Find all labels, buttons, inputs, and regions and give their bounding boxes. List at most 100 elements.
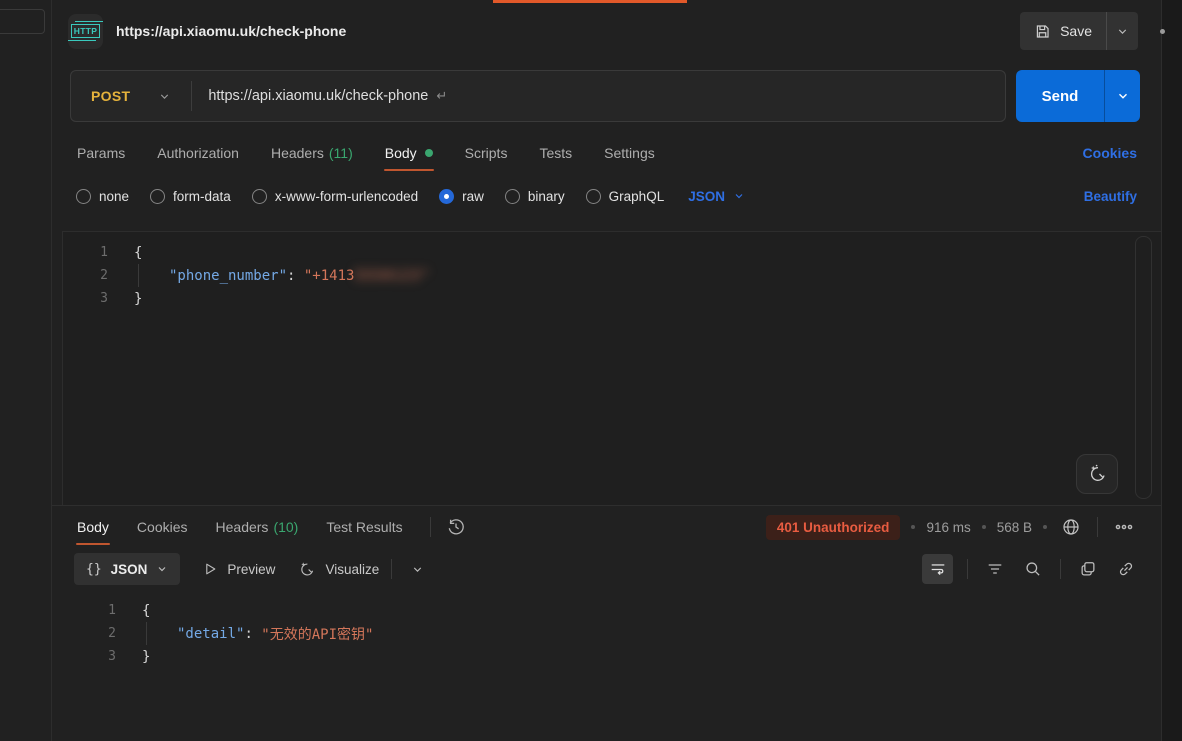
sidebar-collapsed-item[interactable]	[0, 9, 45, 34]
response-tabs: Body Cookies Headers(10) Test Results	[52, 506, 1161, 548]
tab-label: Params	[77, 145, 125, 161]
search-button[interactable]	[1020, 556, 1046, 582]
preview-button[interactable]: Preview	[202, 561, 275, 577]
tab-headers[interactable]: Headers (11)	[270, 135, 354, 171]
tab-label: Headers	[271, 145, 324, 161]
response-toolbar: {} JSON Preview	[52, 548, 1161, 590]
radio-form-data[interactable]: form-data	[150, 189, 231, 204]
indent-guide	[146, 622, 147, 645]
http-request-icon: HTTP	[68, 14, 103, 49]
network-info-button[interactable]	[1058, 514, 1084, 540]
url-input[interactable]: https://api.xiaomu.uk/check-phone	[192, 88, 428, 104]
request-panel: HTTP https://api.xiaomu.uk/check-phone S…	[52, 0, 1161, 741]
link-icon	[1117, 560, 1135, 578]
response-size[interactable]: 568 B	[997, 520, 1032, 535]
wrap-text-button[interactable]	[922, 554, 953, 584]
response-tab-test-results[interactable]: Test Results	[325, 509, 403, 545]
tab-label: Body	[385, 145, 417, 161]
tab-params[interactable]: Params	[76, 135, 126, 171]
response-body-editor[interactable]: 1 { 2 "detail" : "无效的API密钥" 3 }	[52, 590, 1161, 741]
tab-scripts[interactable]: Scripts	[464, 135, 509, 171]
visualize-button[interactable]: Visualize	[297, 560, 379, 579]
response-time[interactable]: 916 ms	[926, 520, 970, 535]
radio-x-www-form-urlencoded[interactable]: x-www-form-urlencoded	[252, 189, 418, 204]
filter-lines-icon	[986, 560, 1004, 578]
code-line: 1 {	[52, 599, 1161, 622]
request-title: https://api.xiaomu.uk/check-phone	[116, 23, 346, 39]
send-split-button: Send	[1016, 70, 1140, 122]
response-history-button[interactable]	[443, 514, 469, 540]
radio-raw[interactable]: raw	[439, 189, 484, 204]
response-tab-headers[interactable]: Headers(10)	[215, 509, 300, 545]
response-status-group: 401 Unauthorized 916 ms 568 B	[766, 514, 1137, 540]
chevron-down-icon	[158, 90, 171, 103]
status-badge[interactable]: 401 Unauthorized	[766, 515, 901, 540]
app-window: HTTP https://api.xiaomu.uk/check-phone S…	[0, 0, 1182, 741]
response-tab-body[interactable]: Body	[76, 509, 110, 545]
divider	[1097, 517, 1098, 537]
left-sidebar	[0, 0, 52, 741]
tab-tests[interactable]: Tests	[538, 135, 573, 171]
tab-label: Scripts	[465, 145, 508, 161]
send-options-button[interactable]	[1105, 70, 1140, 122]
json-value-redacted: 5550123"	[354, 268, 429, 284]
tab-body[interactable]: Body	[384, 135, 434, 171]
tab-label: Cookies	[137, 519, 188, 535]
radio-circle	[505, 189, 520, 204]
save-options-button[interactable]	[1107, 12, 1138, 50]
radio-label: x-www-form-urlencoded	[275, 189, 418, 204]
method-label: POST	[91, 88, 130, 104]
url-row: POST https://api.xiaomu.uk/check-phone ↵…	[52, 62, 1161, 122]
copy-button[interactable]	[1075, 556, 1101, 582]
editor-scrollbar[interactable]	[1135, 236, 1152, 499]
play-icon	[202, 561, 218, 577]
tab-settings[interactable]: Settings	[603, 135, 656, 171]
radio-label: form-data	[173, 189, 231, 204]
chevron-down-icon	[411, 563, 424, 576]
chevron-down-icon	[1116, 89, 1130, 103]
code-line: 1 {	[63, 241, 1161, 264]
indent-guide	[138, 264, 139, 287]
tab-label: Headers	[216, 519, 269, 535]
tab-authorization[interactable]: Authorization	[156, 135, 240, 171]
radio-graphql[interactable]: GraphQL	[586, 189, 665, 204]
save-icon	[1034, 23, 1051, 40]
chevron-down-icon	[733, 190, 745, 202]
chevron-down-icon	[156, 563, 168, 575]
line-number: 3	[63, 287, 108, 310]
postbot-button[interactable]	[1076, 454, 1118, 494]
response-more-actions-button[interactable]	[1111, 514, 1137, 540]
send-button[interactable]: Send	[1016, 70, 1104, 122]
raw-format-dropdown[interactable]: JSON	[688, 189, 745, 204]
search-icon	[1024, 560, 1042, 578]
history-clock-icon	[446, 517, 466, 537]
separator-dot	[911, 525, 915, 529]
tab-label: Body	[77, 519, 109, 535]
beautify-link[interactable]: Beautify	[1084, 189, 1137, 204]
radio-binary[interactable]: binary	[505, 189, 565, 204]
enter-hint-glyph: ↵	[436, 88, 447, 104]
more-views-button[interactable]	[404, 556, 430, 582]
url-container: POST https://api.xiaomu.uk/check-phone ↵	[70, 70, 1006, 122]
save-button[interactable]: Save	[1020, 12, 1106, 50]
divider	[1060, 559, 1061, 579]
code-line: 3 }	[52, 645, 1161, 668]
filter-button[interactable]	[982, 556, 1008, 582]
radio-none[interactable]: none	[76, 189, 129, 204]
code-token: }	[134, 291, 142, 307]
headers-count-badge: (11)	[329, 145, 353, 161]
response-format-dropdown[interactable]: {} JSON	[74, 553, 180, 585]
link-button[interactable]	[1113, 556, 1139, 582]
ellipsis-icon	[1114, 517, 1134, 537]
postbot-sparkle-icon	[1086, 463, 1108, 485]
globe-icon	[1061, 517, 1081, 537]
method-selector[interactable]: POST	[71, 88, 191, 104]
request-body-editor[interactable]: 1 { 2 "phone_number" : "+1413 5550123" 3…	[62, 231, 1161, 505]
radio-circle-selected	[439, 189, 454, 204]
json-value: "无效的API密钥"	[261, 624, 373, 644]
response-tab-cookies[interactable]: Cookies	[136, 509, 189, 545]
divider	[391, 559, 392, 579]
tab-label: Settings	[604, 145, 655, 161]
cookies-link[interactable]: Cookies	[1083, 145, 1137, 161]
radio-label: GraphQL	[609, 189, 665, 204]
